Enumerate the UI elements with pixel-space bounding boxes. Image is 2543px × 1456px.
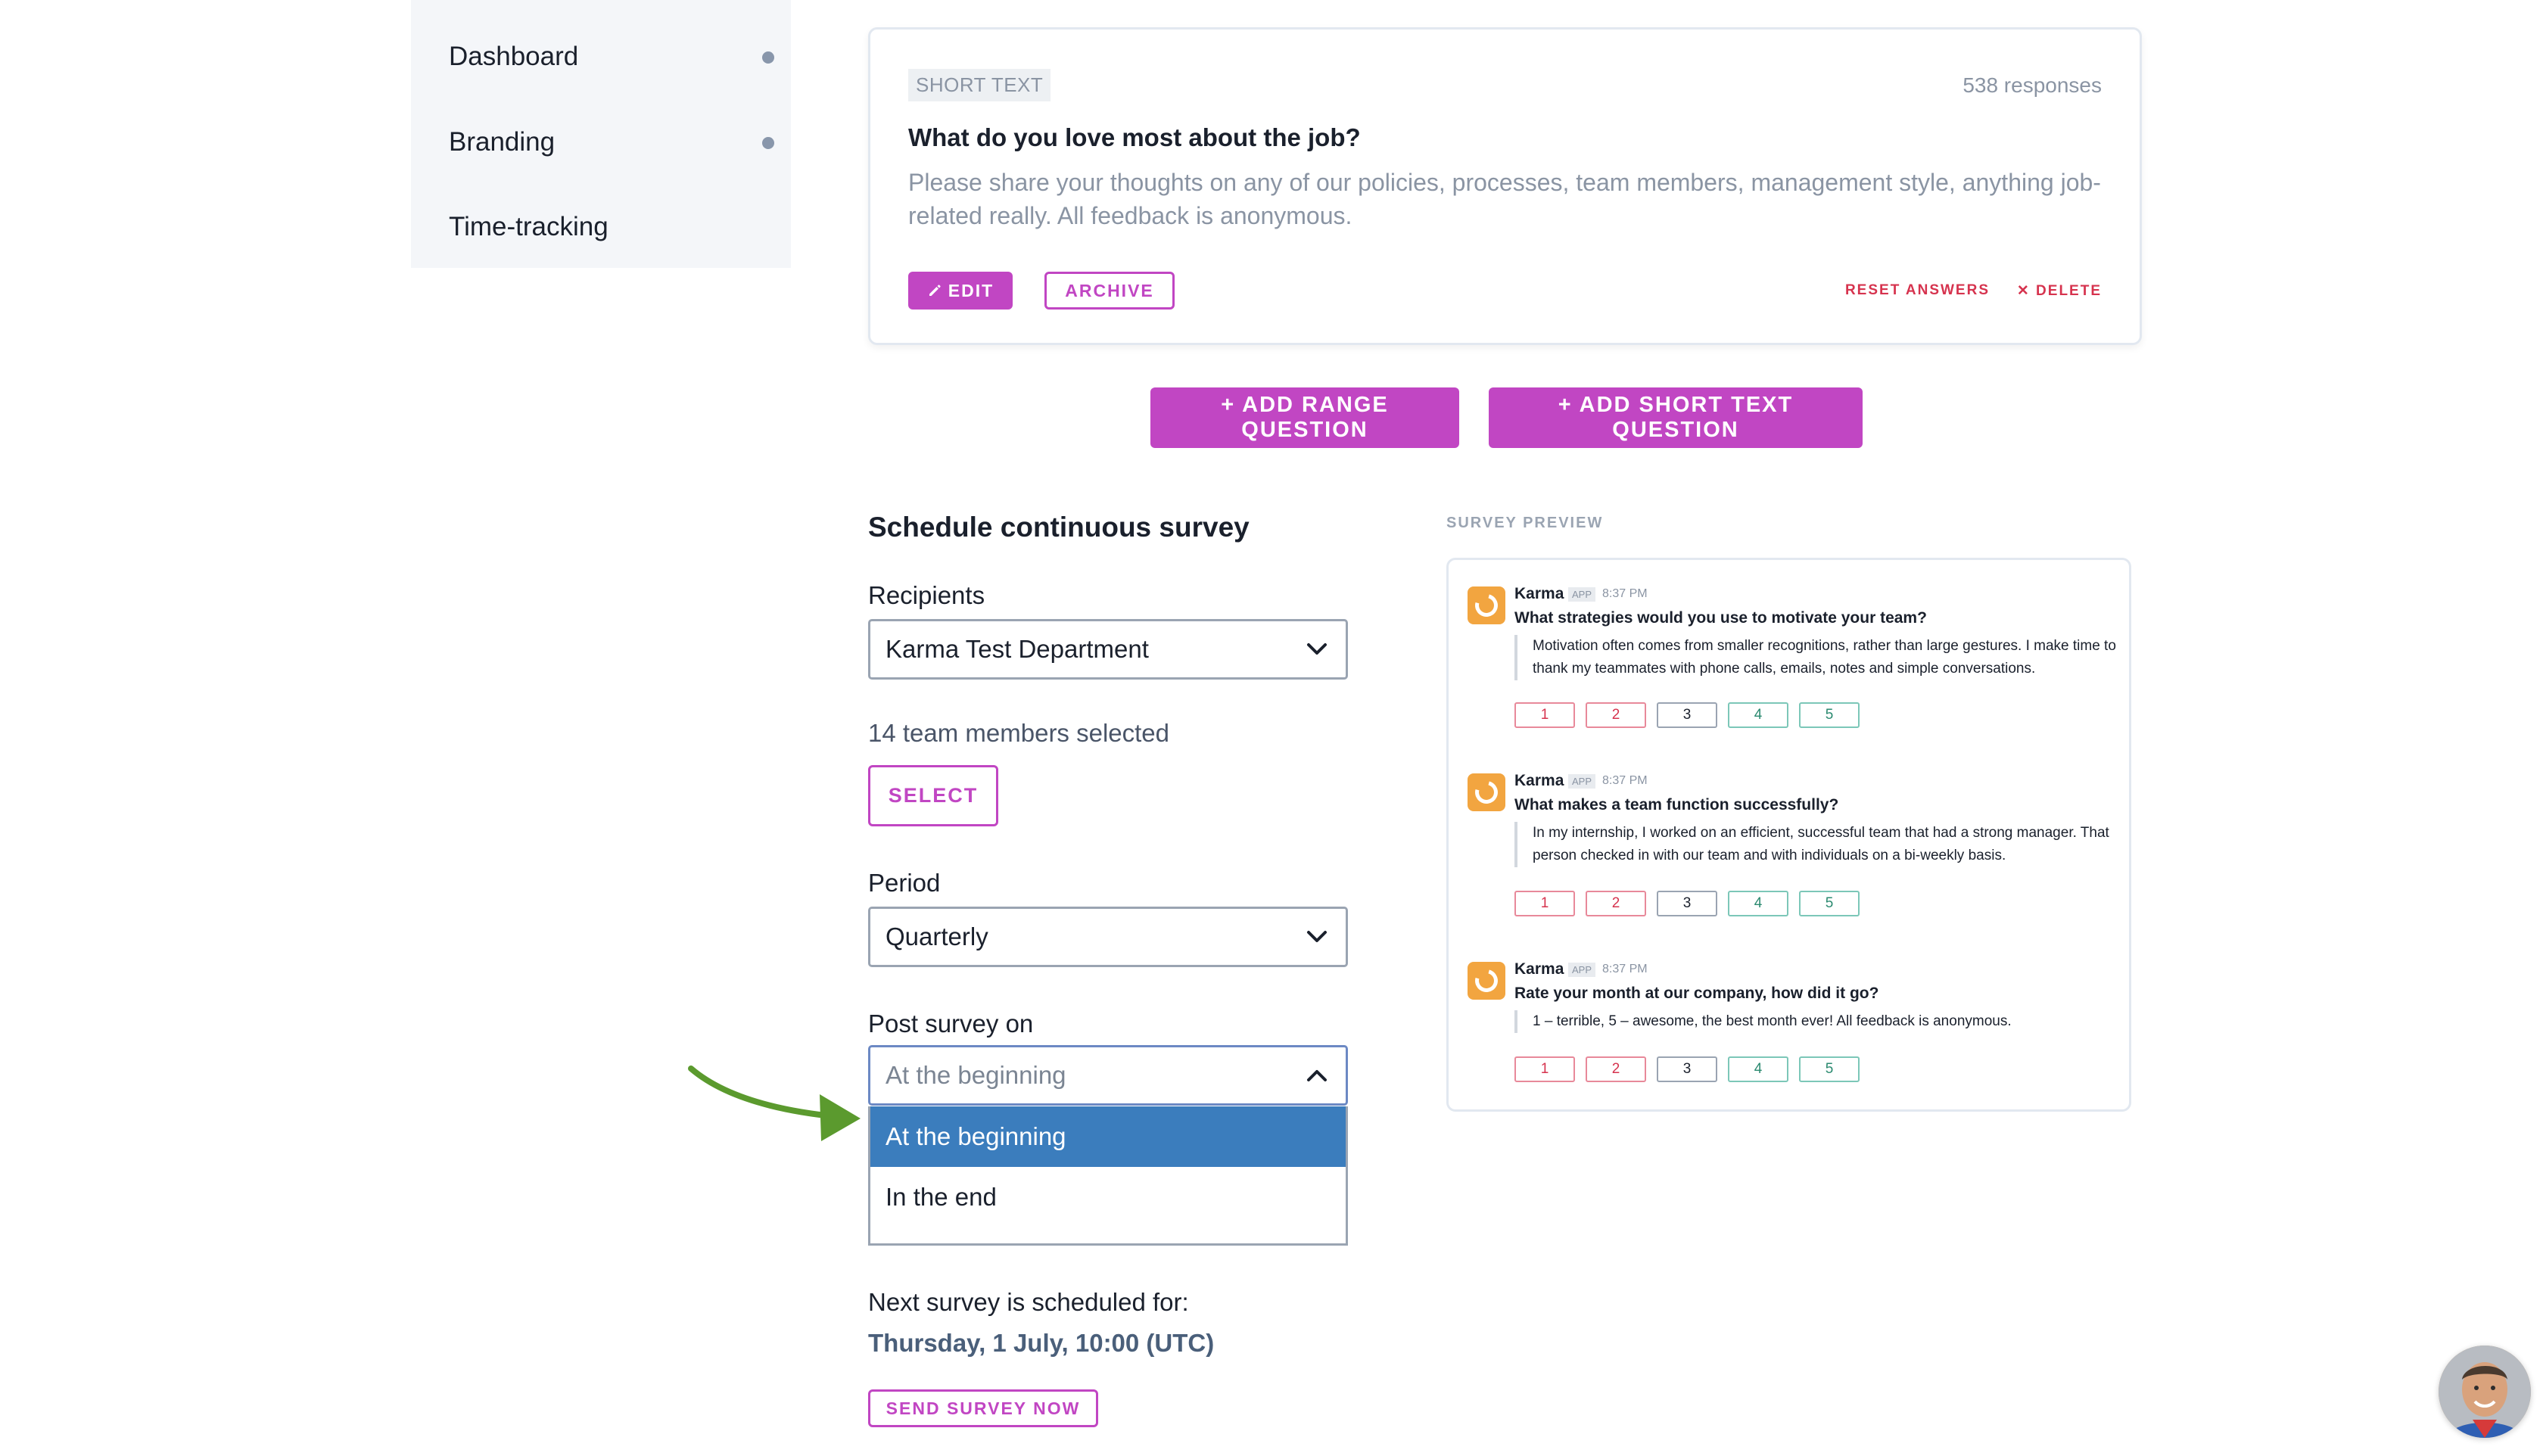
message-sender: Karma: [1514, 772, 1564, 789]
support-chat-avatar[interactable]: [2439, 1346, 2531, 1438]
post-survey-value: At the beginning: [886, 1061, 1066, 1089]
period-label: Period: [868, 869, 941, 897]
rating-button[interactable]: 5: [1799, 891, 1860, 916]
sidebar-item-label: Branding: [449, 127, 556, 157]
edit-label: EDIT: [948, 280, 994, 300]
question-title: What do you love most about the job?: [908, 123, 1361, 151]
sidebar-item-label: Dashboard: [449, 42, 579, 71]
rating-button[interactable]: 3: [1657, 702, 1717, 728]
post-survey-label: Post survey on: [868, 1010, 1034, 1038]
message-quote: In my internship, I worked on an efficie…: [1514, 822, 2131, 867]
period-value: Quarterly: [886, 922, 988, 950]
message-quote: Motivation often comes from smaller reco…: [1514, 635, 2131, 680]
sidebar-item-time-tracking[interactable]: Time-tracking: [449, 204, 767, 250]
responses-count: 538 responses: [1962, 73, 2102, 97]
rating-button[interactable]: 5: [1799, 702, 1860, 728]
person-avatar-icon: [2439, 1346, 2531, 1438]
message-time: 8:37 PM: [1602, 963, 1648, 975]
dropdown-option-beginning[interactable]: At the beginning: [870, 1106, 1346, 1167]
question-description: Please share your thoughts on any of our…: [908, 169, 2101, 229]
sidebar-item-branding[interactable]: Branding: [449, 120, 774, 165]
question-type-badge: SHORT TEXT: [908, 69, 1051, 101]
app-badge: APP: [1568, 963, 1596, 977]
survey-preview: Karma APP 8:37 PM What strategies would …: [1446, 558, 2131, 1112]
post-survey-dropdown: At the beginning In the end: [868, 1106, 1348, 1246]
next-survey-date: Thursday, 1 July, 10:00 (UTC): [868, 1329, 1215, 1357]
message-time: 8:37 PM: [1602, 774, 1648, 787]
message-quote: 1 – terrible, 5 – awesome, the best mont…: [1514, 1010, 2131, 1033]
karma-logo-icon: [1468, 586, 1505, 624]
members-selected-text: 14 team members selected: [868, 719, 1170, 747]
message-question: What strategies would you use to motivat…: [1514, 609, 1927, 627]
recipients-label: Recipients: [868, 581, 985, 609]
status-dot: [762, 137, 774, 149]
chevron-down-icon: [1305, 621, 1329, 677]
select-members-button[interactable]: SELECT: [868, 765, 998, 826]
karma-logo-icon: [1468, 773, 1505, 811]
app-badge: APP: [1568, 774, 1596, 789]
pencil-icon: [929, 285, 941, 296]
reset-answers-button[interactable]: RESET ANSWERS: [1845, 282, 1990, 299]
recipients-value: Karma Test Department: [886, 635, 1149, 663]
message-question: Rate your month at our company, how did …: [1514, 985, 1879, 1002]
rating-button[interactable]: 4: [1728, 702, 1788, 728]
close-icon: ✕: [2016, 283, 2037, 299]
chevron-down-icon: [1305, 909, 1329, 965]
app-badge: APP: [1568, 587, 1596, 602]
rating-button[interactable]: 4: [1728, 1056, 1788, 1082]
rating-button[interactable]: 5: [1799, 1056, 1860, 1082]
rating-button[interactable]: 2: [1586, 891, 1646, 916]
karma-logo-icon: [1468, 962, 1505, 1000]
chevron-up-icon: [1305, 1047, 1329, 1103]
rating-row: 1 2 3 4 5: [1514, 702, 1860, 728]
sidebar-item-label: Time-tracking: [449, 212, 609, 241]
rating-button[interactable]: 4: [1728, 891, 1788, 916]
message-sender: Karma: [1514, 585, 1564, 602]
send-survey-now-button[interactable]: SEND SURVEY NOW: [868, 1389, 1098, 1427]
schedule-title: Schedule continuous survey: [868, 512, 1250, 543]
recipients-select[interactable]: Karma Test Department: [868, 619, 1348, 680]
archive-button[interactable]: ARCHIVE: [1044, 272, 1175, 310]
rating-button[interactable]: 3: [1657, 1056, 1717, 1082]
message-sender: Karma: [1514, 960, 1564, 978]
sidebar-item-dashboard[interactable]: Dashboard: [449, 34, 774, 79]
rating-button[interactable]: 1: [1514, 702, 1575, 728]
rating-button[interactable]: 2: [1586, 1056, 1646, 1082]
rating-row: 1 2 3 4 5: [1514, 891, 1860, 916]
rating-row: 1 2 3 4 5: [1514, 1056, 1860, 1082]
question-card: SHORT TEXT 538 responses What do you lov…: [868, 27, 2142, 345]
rating-button[interactable]: 2: [1586, 702, 1646, 728]
message-time: 8:37 PM: [1602, 587, 1648, 600]
annotation-arrow-icon: [688, 1066, 861, 1141]
rating-button[interactable]: 1: [1514, 891, 1575, 916]
add-short-text-question-button[interactable]: + ADD SHORT TEXT QUESTION: [1489, 387, 1863, 448]
delete-label: DELETE: [2036, 283, 2102, 299]
survey-preview-label: SURVEY PREVIEW: [1446, 515, 1604, 531]
message-question: What makes a team function successfully?: [1514, 796, 1839, 814]
add-range-question-button[interactable]: + ADD RANGE QUESTION: [1150, 387, 1459, 448]
delete-button[interactable]: ✕ DELETE: [2017, 282, 2102, 300]
sidebar: Dashboard Branding Time-tracking: [411, 0, 791, 268]
next-survey-label: Next survey is scheduled for:: [868, 1288, 1189, 1316]
rating-button[interactable]: 3: [1657, 891, 1717, 916]
dropdown-option-end[interactable]: In the end: [870, 1167, 1346, 1227]
period-select[interactable]: Quarterly: [868, 907, 1348, 967]
rating-button[interactable]: 1: [1514, 1056, 1575, 1082]
status-dot: [762, 51, 774, 64]
edit-button[interactable]: EDIT: [908, 272, 1013, 310]
post-survey-select[interactable]: At the beginning: [868, 1045, 1348, 1106]
